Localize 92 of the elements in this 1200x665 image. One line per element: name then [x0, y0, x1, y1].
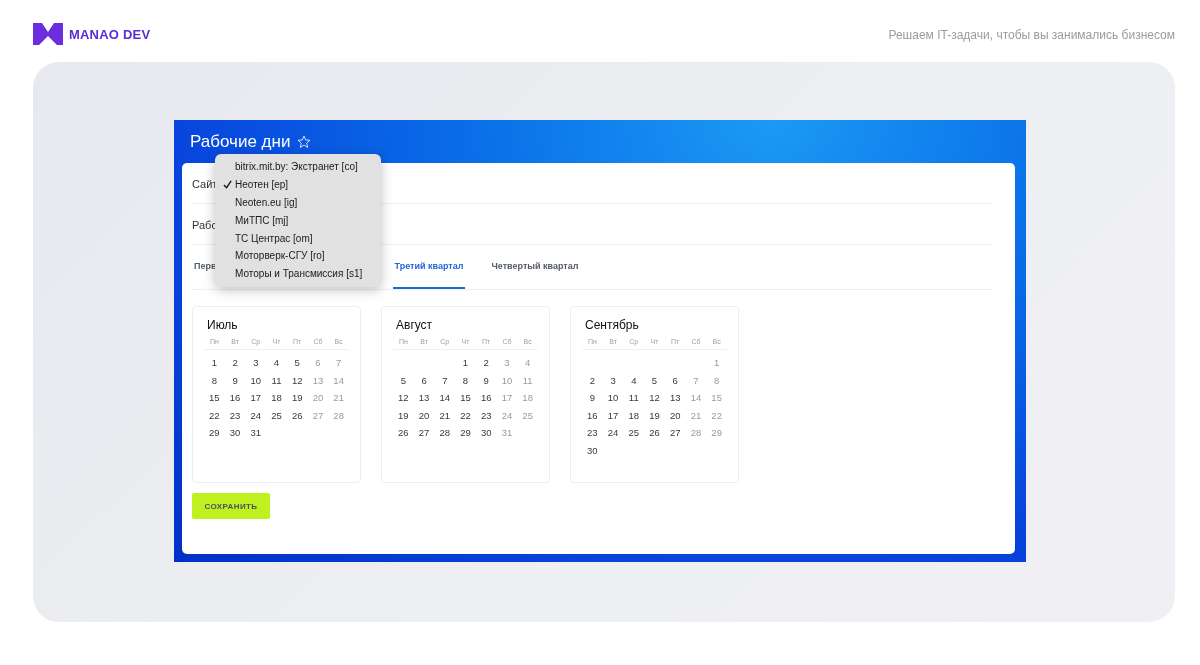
day-number[interactable]: 27: [413, 426, 435, 439]
save-button[interactable]: СОХРАНИТЬ: [192, 493, 270, 519]
day-number[interactable]: 20: [664, 408, 686, 422]
day-number[interactable]: 30: [475, 426, 497, 439]
tagline: Решаем IT-задачи, чтобы вы занимались бизнесом: [888, 28, 1175, 42]
day-number[interactable]: 22: [204, 408, 225, 422]
day-number[interactable]: 25: [266, 408, 287, 422]
day-number[interactable]: 26: [393, 426, 414, 439]
menu-item[interactable]: Моторы и Трансмиссия [s1]: [215, 264, 381, 283]
day-number[interactable]: 21: [434, 408, 456, 422]
brand-name: MANAO DEV: [69, 26, 151, 42]
menu-item[interactable]: bitrix.mit.by: Экстранет [co]: [215, 158, 381, 176]
menu-item[interactable]: Neoten.eu [ig]: [215, 193, 381, 212]
month-name: Сентябрь: [585, 318, 640, 332]
menu-item[interactable]: Неотен [ep]: [215, 175, 381, 194]
day-number[interactable]: 15: [455, 391, 476, 404]
window-title: Рабочие дни: [190, 131, 291, 152]
day-number[interactable]: 9: [582, 391, 603, 404]
day-number[interactable]: 13: [413, 391, 435, 404]
day-number[interactable]: 18: [623, 408, 645, 422]
day-number[interactable]: 16: [475, 391, 497, 404]
day-number[interactable]: 23: [475, 408, 497, 422]
day-number[interactable]: 19: [286, 391, 308, 404]
day-number[interactable]: 3: [602, 373, 624, 387]
day-number[interactable]: 25: [623, 426, 645, 439]
day-number[interactable]: 15: [204, 391, 225, 404]
quarter-tab[interactable]: Четвертый квартал: [489, 245, 581, 289]
menu-item-label: Neoten.eu [ig]: [235, 197, 298, 208]
day-number[interactable]: 16: [582, 408, 603, 422]
day-number[interactable]: 17: [602, 408, 624, 422]
day-number[interactable]: 8: [455, 373, 476, 387]
day-number[interactable]: 30: [582, 443, 603, 457]
menu-item-label: Моторы и Трансмиссия [s1]: [235, 268, 363, 280]
menu-item-label: МиТПС [mj]: [235, 214, 289, 226]
day-number[interactable]: 19: [644, 408, 665, 422]
day-number[interactable]: 8: [204, 373, 225, 387]
day-number[interactable]: 5: [644, 373, 665, 387]
day-number[interactable]: 17: [245, 391, 267, 404]
day-number[interactable]: 12: [286, 373, 308, 387]
field-label: Сайт: [192, 178, 218, 190]
day-number[interactable]: 20: [413, 408, 435, 422]
day-number[interactable]: 3: [245, 356, 267, 369]
day-number[interactable]: 23: [224, 408, 246, 422]
day-number[interactable]: 16: [224, 391, 246, 404]
month-name: Июль: [207, 318, 239, 332]
day-number[interactable]: 1: [455, 356, 476, 369]
star-icon[interactable]: [297, 135, 312, 149]
day-number[interactable]: 22: [455, 408, 476, 422]
menu-item-label: Моторверк-СГУ [ro]: [235, 250, 325, 262]
day-number[interactable]: 31: [245, 426, 267, 439]
day-number[interactable]: 6: [413, 373, 435, 387]
day-number[interactable]: 2: [224, 356, 246, 369]
day-number[interactable]: 10: [602, 391, 624, 404]
day-number[interactable]: 5: [286, 356, 308, 369]
day-number[interactable]: 14: [434, 391, 456, 404]
day-number[interactable]: 18: [266, 391, 287, 404]
day-number[interactable]: 30: [224, 426, 246, 439]
day-number[interactable]: 26: [644, 426, 665, 439]
day-number[interactable]: 2: [582, 373, 603, 387]
day-number[interactable]: 23: [582, 426, 603, 439]
day-number[interactable]: 24: [245, 408, 267, 422]
day-number[interactable]: 19: [393, 408, 414, 422]
day-number[interactable]: 9: [224, 373, 246, 387]
day-number[interactable]: 29: [455, 426, 476, 439]
day-number[interactable]: 13: [664, 391, 686, 404]
day-number[interactable]: 4: [623, 373, 645, 387]
day-number[interactable]: 9: [475, 373, 497, 387]
menu-item-label: ТС Центрас [om]: [235, 232, 313, 244]
menu-item-label: Неотен [ep]: [235, 179, 289, 191]
day-number[interactable]: 26: [286, 408, 308, 422]
day-number[interactable]: 29: [204, 426, 225, 439]
logo-icon: [33, 23, 63, 45]
day-number[interactable]: 10: [245, 373, 267, 387]
menu-item[interactable]: Моторверк-СГУ [ro]: [215, 247, 381, 265]
day-number[interactable]: 28: [434, 426, 456, 439]
month-name: Август: [396, 318, 434, 332]
day-number[interactable]: 12: [644, 391, 665, 404]
menu-item[interactable]: ТС Центрас [om]: [215, 229, 381, 247]
quarter-tab[interactable]: Третий квартал: [392, 245, 466, 289]
day-number[interactable]: 24: [602, 426, 624, 439]
day-number[interactable]: 12: [393, 391, 414, 404]
day-number[interactable]: 27: [664, 426, 686, 439]
day-number[interactable]: 2: [475, 356, 497, 369]
day-number[interactable]: 7: [434, 373, 456, 387]
menu-item[interactable]: МиТПС [mj]: [215, 211, 381, 230]
day-number[interactable]: 1: [204, 356, 225, 369]
day-number[interactable]: 11: [623, 391, 645, 404]
day-number[interactable]: 6: [664, 373, 686, 387]
menu-item-label: bitrix.mit.by: Экстранет [co]: [235, 161, 358, 173]
day-number[interactable]: 4: [266, 356, 287, 369]
day-number[interactable]: 11: [266, 373, 287, 387]
day-number[interactable]: 5: [393, 373, 414, 387]
